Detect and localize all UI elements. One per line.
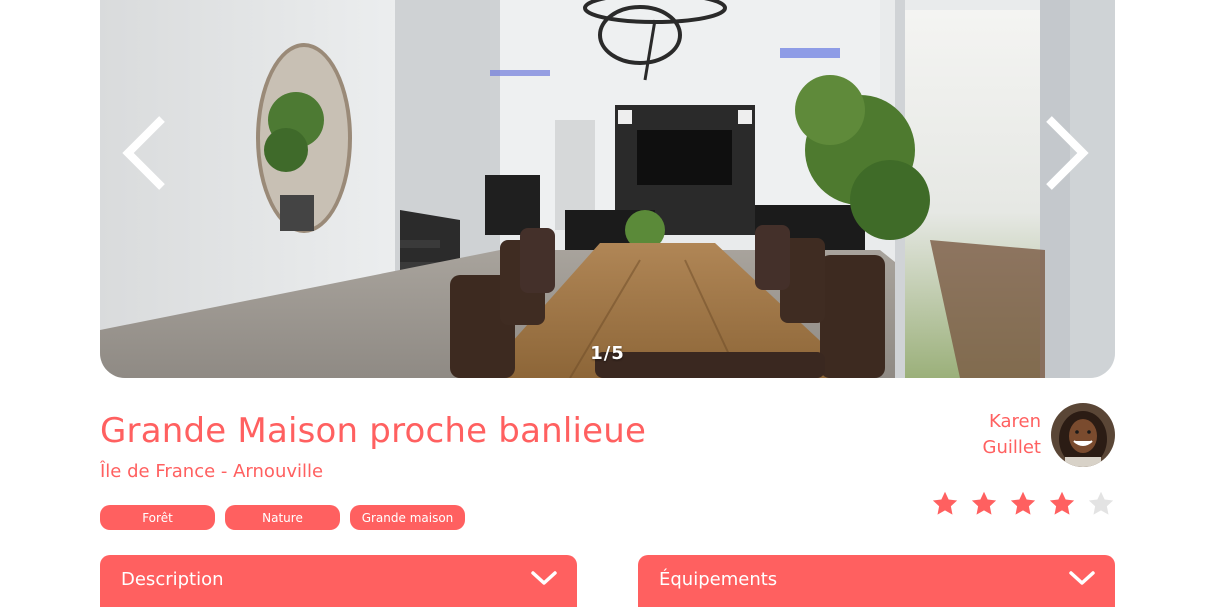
star-filled-icon: [1049, 491, 1075, 515]
carousel-next-button[interactable]: [1037, 108, 1097, 198]
chevron-down-icon: [531, 571, 557, 585]
carousel-counter: 1/5: [590, 343, 625, 364]
host-first-name: Karen: [988, 411, 1041, 432]
tag: Forêt: [100, 505, 215, 530]
listing-location: Île de France - Arnouville: [100, 461, 324, 482]
gallery-carousel: 1/5: [100, 0, 1115, 378]
chevron-right-icon: [1046, 116, 1089, 190]
host-info: Karen Guillet: [960, 403, 1115, 467]
collapse-label: Équipements: [659, 568, 778, 590]
listing-photo: [100, 0, 1115, 378]
tag: Grande maison: [350, 505, 465, 530]
carousel-prev-button[interactable]: [114, 108, 174, 198]
star-filled-icon: [1010, 491, 1036, 515]
chevron-left-icon: [122, 116, 165, 190]
star-filled-icon: [932, 491, 958, 515]
host-avatar: [1051, 403, 1115, 467]
description-collapse-toggle[interactable]: Description: [100, 555, 577, 607]
chevron-down-icon: [1069, 571, 1095, 585]
star-filled-icon: [971, 491, 997, 515]
host-name: Karen Guillet: [983, 409, 1042, 461]
rating-stars: [930, 489, 1116, 519]
tag: Nature: [225, 505, 340, 530]
star-empty-icon: [1088, 491, 1114, 515]
tag-list: Forêt Nature Grande maison: [100, 505, 465, 530]
listing-title: Grande Maison proche banlieue: [100, 411, 647, 451]
host-last-name: Guillet: [982, 437, 1042, 458]
equipment-collapse-toggle[interactable]: Équipements: [638, 555, 1115, 607]
collapse-label: Description: [121, 568, 224, 590]
